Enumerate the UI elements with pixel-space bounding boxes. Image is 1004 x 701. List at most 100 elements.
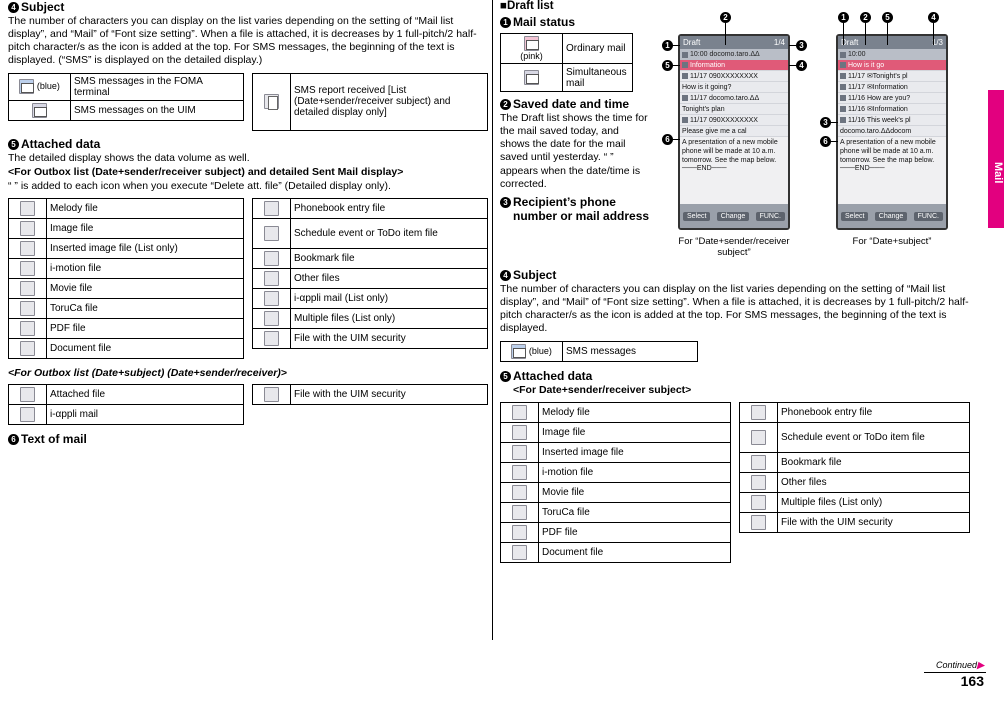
subject-table-left: (blue) SMS messages in the FOMA terminal… (8, 72, 244, 121)
section-heading-saved-date: 2 Saved date and time (500, 97, 650, 111)
table-row: Multiple files (List only) (252, 307, 488, 329)
envelope-blue-icon: (blue) (500, 340, 563, 362)
section-number: 4 (8, 2, 19, 13)
list-item[interactable]: How is it going? (680, 82, 788, 93)
multiple-files-glyph (751, 494, 766, 510)
callout-leader (831, 122, 838, 123)
table-cell-text: SMS messages in the FOMA terminal (70, 72, 244, 101)
table-row: i-motion file (500, 461, 731, 483)
table-cell-text: File with the UIM security (290, 384, 488, 405)
table-cell-text: Phonebook entry file (290, 197, 488, 219)
list-item[interactable]: 11/17 090XXXXXXXX (680, 71, 788, 82)
inserted-image-glyph (20, 240, 35, 256)
mail-icon (840, 117, 846, 123)
section-title: Subject (21, 0, 65, 14)
mail-icon (840, 95, 846, 101)
section-heading-subject: 4 Subject (8, 0, 488, 14)
envelope-blue-glyph (19, 79, 35, 94)
table-row: Document file (500, 541, 731, 563)
imotion-icon (500, 461, 539, 483)
table-cell-text: Multiple files (List only) (290, 307, 488, 329)
table-row: Other files (252, 267, 488, 289)
section-title: Attached data (21, 136, 101, 151)
right-lower-block: 4 Subject The number of characters you c… (500, 268, 970, 563)
list-item[interactable]: 11/17 docomo.taro.ΔΔ (680, 93, 788, 104)
list-item-selected[interactable]: How is it go (838, 60, 946, 71)
tab-accent-bar (988, 90, 1004, 110)
section-number: 2 (500, 99, 511, 110)
pdf-icon (500, 521, 539, 543)
saved-date-block: 2 Saved date and time The Draft list sho… (500, 97, 650, 223)
list-item[interactable]: 11/16 This week's pl (838, 115, 946, 126)
signal-icon (840, 51, 846, 58)
attached-data-tables: Melody file Image file Inserted image fi… (8, 197, 488, 359)
table-row: (blue) SMS messages in the FOMA terminal (8, 72, 244, 101)
uim-security-glyph (264, 387, 279, 402)
table-cell-text: Document file (46, 337, 244, 359)
other-icon (252, 267, 291, 289)
list-item[interactable]: Tonight's plan (680, 104, 788, 115)
list-item[interactable]: Please give me a cal (680, 126, 788, 137)
callout-leader (725, 23, 726, 45)
mail-icon (840, 62, 846, 68)
softkey-func[interactable]: FUNC. (913, 211, 943, 221)
table-row: Schedule event or ToDo item file (252, 217, 488, 249)
inserted-image-glyph (512, 444, 527, 460)
iappli-glyph (264, 290, 279, 306)
simultaneous-mail-icon (500, 63, 563, 92)
saved-date-body: The Draft list shows the time for the ma… (500, 112, 648, 190)
callout-leader (673, 45, 680, 46)
softkey-select[interactable]: Select (683, 211, 711, 221)
softkey-func[interactable]: FUNC. (755, 211, 785, 221)
sms-table-wrap: (blue) SMS messages (500, 340, 698, 362)
melody-glyph (512, 404, 527, 420)
list-item-label: Tonight's plan (682, 105, 725, 113)
movie-glyph (512, 484, 527, 500)
table-row: SMS messages on the UIM (8, 99, 244, 121)
section-number: 5 (500, 370, 511, 382)
multiple-files-icon (739, 491, 778, 513)
table-cell-text: Bookmark file (777, 451, 970, 473)
inserted-image-icon (500, 441, 539, 463)
mail-status-table-wrap: (pink) Ordinary mail Simultaneous mail (500, 33, 633, 92)
list-item[interactable]: 11/16 How are you? (838, 93, 946, 104)
callout-leader (789, 45, 796, 46)
document-icon (500, 541, 539, 563)
list-item[interactable]: 11/17 ✉Tonight's pl (838, 71, 946, 82)
list-item[interactable]: 11/16 ✉Information (838, 104, 946, 115)
column-divider (492, 0, 493, 640)
table-cell-text: Image file (46, 217, 244, 239)
list-item-selected[interactable]: Information (680, 60, 788, 71)
table-row: Attached file (8, 384, 244, 405)
mail-icon (840, 73, 846, 79)
other-icon (739, 471, 778, 493)
list-item-label: 11/17 docomo.taro.ΔΔ (690, 94, 760, 102)
list-item[interactable]: 11/17 090XXXXXXXX (680, 115, 788, 126)
movie-icon (8, 277, 47, 299)
softkey-change[interactable]: Change (874, 211, 908, 221)
attached-table-left: Melody file Image file Inserted image fi… (8, 197, 244, 359)
phone-counter: 1/4 (773, 38, 785, 47)
phone-time: 10:00 (848, 51, 866, 58)
movie-glyph (20, 280, 35, 296)
table-cell-text: Inserted image file (538, 441, 731, 463)
toruca-icon (8, 297, 47, 319)
section-title: Subject (513, 268, 557, 282)
phone-softkeys-right: Select Change FUNC. (838, 204, 946, 228)
attached-file-glyph (20, 387, 35, 402)
subject-table-right: SMS report received [List (Date+sender/r… (252, 72, 488, 131)
section-body-subject: The number of characters you can display… (8, 15, 477, 67)
image-glyph (20, 220, 35, 236)
document-glyph (512, 544, 527, 560)
imotion-glyph (20, 260, 35, 276)
phone-titlebar-right: Draft 1/3 (838, 36, 946, 49)
list-item[interactable]: 11/17 ✉Information (838, 82, 946, 93)
callout-3-right: 3 (820, 117, 831, 128)
phone-title: Draft (683, 38, 701, 47)
softkey-select[interactable]: Select (841, 211, 869, 221)
table-cell-text: i-αppli mail (46, 404, 244, 425)
softkey-change[interactable]: Change (716, 211, 750, 221)
phonebook-icon (739, 401, 778, 423)
attached-data-scope: <For Outbox list (Date+sender/receiver s… (8, 165, 404, 178)
table-cell-text: Multiple files (List only) (777, 491, 970, 513)
